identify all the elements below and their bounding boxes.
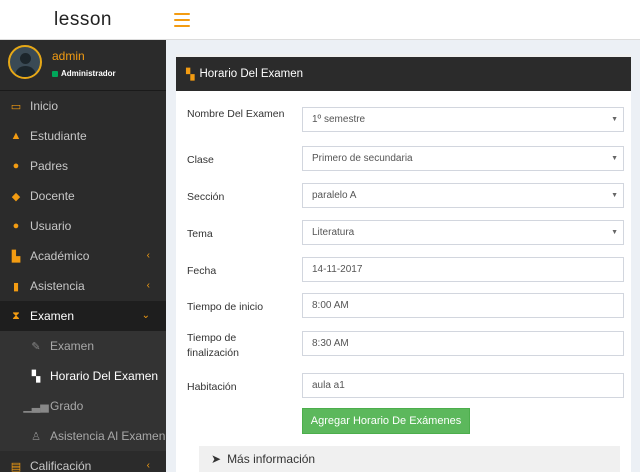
- sidebar-item-label: Horario Del Examen: [50, 369, 159, 383]
- section-select[interactable]: paralelo A ▼: [302, 183, 624, 208]
- subject-select[interactable]: Literatura ▼: [302, 220, 624, 245]
- sidebar-item-label: Inicio: [30, 99, 59, 113]
- more-info-bar[interactable]: ➤ Más información: [199, 446, 620, 472]
- online-status-icon: [52, 70, 58, 77]
- field-label: Nombre Del Examen: [187, 108, 285, 120]
- sidebar-item-label: Padres: [30, 159, 69, 173]
- sidebar-item-label: Académico: [30, 249, 90, 263]
- chevron-left-icon: ‹: [146, 460, 150, 471]
- brand-logo[interactable]: lesson: [0, 0, 166, 40]
- field-label: Habitación: [187, 381, 237, 393]
- user-panel: admin Administrador: [0, 40, 166, 90]
- panel-header: ▚ Horario Del Examen: [176, 57, 631, 91]
- sidebar-item-label: Estudiante: [30, 129, 87, 143]
- sidebar-item-label: Docente: [30, 189, 75, 203]
- select-value: 1º semestre: [312, 114, 366, 125]
- sidebar-item-inicio[interactable]: ▭ Inicio: [0, 91, 166, 121]
- sidebar-menu: ▭ Inicio ▲ Estudiante ● Padres ◆ Docente…: [0, 91, 166, 472]
- clipboard-icon: ▮: [12, 280, 20, 293]
- bank-icon: ▙: [11, 250, 21, 263]
- signal-icon: ▁▃▅: [23, 400, 49, 413]
- sidebar-item-label: Calificación: [30, 459, 92, 472]
- caret-down-icon: ▼: [611, 155, 618, 162]
- add-exam-schedule-button[interactable]: Agregar Horario De Exámenes: [302, 408, 470, 434]
- graduation-icon: ▲: [10, 130, 22, 142]
- chevron-left-icon: ‹: [146, 280, 150, 291]
- user-role: Administrador: [52, 69, 116, 78]
- sidebar-item-examen[interactable]: ⧗ Examen ⌄: [0, 301, 166, 331]
- person-icon: ♙: [31, 430, 41, 443]
- chevron-left-icon: ‹: [146, 250, 150, 261]
- chart-icon: ▤: [10, 460, 22, 472]
- sidebar-item-academico[interactable]: ▙ Académico ‹: [0, 241, 166, 271]
- exam-submenu: ✎ Examen ▚ Horario Del Examen ▁▃▅ Grado …: [0, 331, 166, 451]
- sidebar-item-estudiante[interactable]: ▲ Estudiante: [0, 121, 166, 151]
- field-label: Tiempo de inicio: [187, 301, 264, 313]
- sidebar-subitem-grado[interactable]: ▁▃▅ Grado: [0, 391, 166, 421]
- user-icon: ●: [12, 160, 20, 172]
- input-value: 8:00 AM: [312, 300, 349, 311]
- laptop-icon: ▭: [10, 100, 22, 113]
- input-value: aula a1: [312, 380, 345, 391]
- sidebar-subitem-examen[interactable]: ✎ Examen: [0, 331, 166, 361]
- sitemap-icon: ▚: [186, 68, 195, 81]
- sidebar-item-padres[interactable]: ● Padres: [0, 151, 166, 181]
- sidebar-item-label: Examen: [50, 339, 95, 353]
- input-value: 14-11-2017: [312, 264, 363, 275]
- date-input[interactable]: 14-11-2017: [302, 257, 624, 282]
- sidebar: admin Administrador ▭ Inicio ▲ Estudiant…: [0, 40, 166, 472]
- sidebar-item-docente[interactable]: ◆ Docente: [0, 181, 166, 211]
- more-info-label: Más información: [227, 452, 316, 466]
- users-icon: ●: [12, 220, 20, 232]
- user-name: admin: [52, 49, 85, 63]
- field-label: Fecha: [187, 265, 217, 277]
- sidebar-item-calificacion[interactable]: ▤ Calificación ‹: [0, 451, 166, 472]
- sidebar-item-usuario[interactable]: ● Usuario: [0, 211, 166, 241]
- sidebar-item-label: Usuario: [30, 219, 72, 233]
- select-value: paralelo A: [312, 190, 357, 201]
- pencil-icon: ✎: [31, 340, 41, 353]
- sidebar-item-asistencia[interactable]: ▮ Asistencia ‹: [0, 271, 166, 301]
- top-navbar: lesson: [0, 0, 640, 40]
- end-time-input[interactable]: 8:30 AM: [302, 331, 624, 356]
- input-value: 8:30 AM: [312, 338, 349, 349]
- hourglass-icon: ⧗: [12, 309, 20, 322]
- caret-down-icon: ▼: [611, 192, 618, 199]
- sidebar-item-label: Examen: [30, 309, 75, 323]
- start-time-input[interactable]: 8:00 AM: [302, 293, 624, 318]
- field-label: Sección: [187, 191, 225, 203]
- hamburger-menu-icon[interactable]: [174, 13, 190, 27]
- field-label: Clase: [187, 154, 214, 166]
- sitemap-icon: ▚: [31, 370, 41, 383]
- user-role-label: Administrador: [61, 69, 116, 78]
- avatar: [8, 45, 42, 79]
- sidebar-subitem-asistencia-al-examen[interactable]: ♙ Asistencia Al Examen: [0, 421, 166, 451]
- class-select[interactable]: Primero de secundaria ▼: [302, 146, 624, 171]
- field-label: Tema: [187, 228, 213, 240]
- caret-down-icon: ▼: [611, 229, 618, 236]
- select-value: Primero de secundaria: [312, 153, 413, 164]
- sidebar-item-label: Asistencia: [30, 279, 85, 293]
- thumb-icon: ◆: [11, 190, 21, 203]
- panel-title: Horario Del Examen: [199, 68, 304, 80]
- sidebar-item-label: Grado: [50, 399, 84, 413]
- exam-name-select[interactable]: 1º semestre ▼: [302, 107, 624, 132]
- sidebar-item-label: Asistencia Al Examen: [50, 429, 166, 443]
- field-label: Tiempo de finalización: [187, 332, 239, 359]
- room-input[interactable]: aula a1: [302, 373, 624, 398]
- select-value: Literatura: [312, 227, 355, 238]
- caret-down-icon: ▼: [611, 116, 618, 123]
- chevron-down-icon: ⌄: [141, 310, 150, 321]
- send-icon: ➤: [211, 452, 222, 466]
- sidebar-subitem-horario-del-examen[interactable]: ▚ Horario Del Examen: [0, 361, 166, 391]
